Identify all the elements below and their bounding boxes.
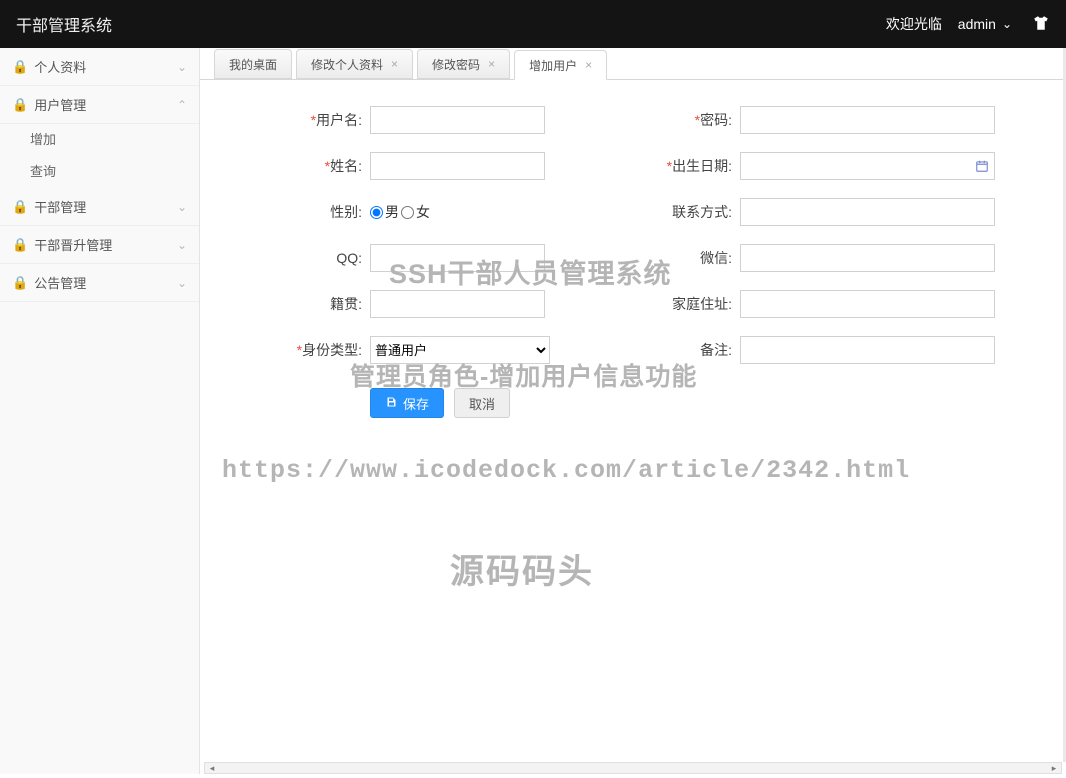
wechat-label: 微信	[550, 248, 740, 268]
tab-add-user[interactable]: 增加用户 ×	[514, 50, 607, 80]
gender-female-option[interactable]: 女	[401, 202, 430, 222]
chevron-up-icon: ⌃	[177, 98, 187, 112]
gender-label: 性别	[230, 202, 370, 222]
close-icon[interactable]: ×	[488, 57, 495, 71]
chevron-down-icon: ⌄	[177, 276, 187, 290]
hometown-field[interactable]	[370, 290, 545, 318]
lock-icon: 🔒	[12, 275, 28, 291]
chevron-down-icon: ⌄	[177, 60, 187, 74]
form-button-row: 保存 取消	[370, 388, 1000, 418]
tab-label: 我的桌面	[229, 56, 277, 73]
app-header: 干部管理系统 欢迎光临 admin ⌄	[0, 0, 1066, 48]
sidebar-item-users[interactable]: 🔒 用户管理 ⌃	[0, 86, 199, 124]
qq-label: QQ	[230, 250, 370, 266]
gender-radio-group: 男 女	[370, 202, 550, 222]
save-button-label: 保存	[403, 394, 429, 413]
birthdate-label: *出生日期:	[550, 156, 740, 176]
sidebar-item-promotion[interactable]: 🔒 干部晋升管理 ⌄	[0, 226, 199, 264]
username-label: *用户名:	[230, 110, 370, 130]
lock-icon: 🔒	[12, 97, 28, 113]
horizontal-scrollbar[interactable]: ◂ ▸	[204, 762, 1062, 774]
tab-label: 增加用户	[529, 57, 577, 74]
sidebar-item-cadre[interactable]: 🔒 干部管理 ⌄	[0, 188, 199, 226]
user-name: admin	[958, 16, 996, 32]
username-field[interactable]	[370, 106, 545, 134]
address-label: 家庭住址	[550, 294, 740, 314]
password-label: *密码:	[550, 110, 740, 130]
qq-field[interactable]	[370, 244, 545, 272]
chevron-down-icon: ⌄	[177, 200, 187, 214]
close-icon[interactable]: ×	[585, 58, 592, 72]
contact-label: 联系方式	[550, 202, 740, 222]
sidebar-item-label: 用户管理	[34, 95, 177, 114]
sidebar: 🔒 个人资料 ⌄ 🔒 用户管理 ⌃ 增加 查询 🔒 干部管理 ⌄ 🔒 干部晋升管…	[0, 48, 200, 774]
user-menu[interactable]: admin ⌄	[958, 16, 1012, 32]
tab-edit-password[interactable]: 修改密码 ×	[417, 49, 510, 79]
address-field[interactable]	[740, 290, 995, 318]
header-right: 欢迎光临 admin ⌄	[886, 14, 1050, 35]
cancel-button-label: 取消	[469, 394, 495, 413]
gender-male-radio[interactable]	[370, 206, 383, 219]
name-field[interactable]	[370, 152, 545, 180]
add-user-form: *用户名: *密码: *姓名: *出生日期: 性别 男 女 联系方式 QQ 微信…	[230, 106, 1036, 418]
lock-icon: 🔒	[12, 199, 28, 215]
sidebar-sub-add[interactable]: 增加	[0, 124, 199, 156]
tab-label: 修改个人资料	[311, 56, 383, 73]
sidebar-item-label: 干部管理	[34, 197, 177, 216]
identity-label: *身份类型:	[230, 340, 370, 360]
lock-icon: 🔒	[12, 237, 28, 253]
save-icon	[385, 396, 397, 411]
tab-edit-profile[interactable]: 修改个人资料 ×	[296, 49, 413, 79]
sidebar-item-notice[interactable]: 🔒 公告管理 ⌄	[0, 264, 199, 302]
app-title: 干部管理系统	[16, 12, 112, 36]
sidebar-item-profile[interactable]: 🔒 个人资料 ⌄	[0, 48, 199, 86]
main-content: *用户名: *密码: *姓名: *出生日期: 性别 男 女 联系方式 QQ 微信…	[200, 80, 1066, 762]
tab-desktop[interactable]: 我的桌面	[214, 49, 292, 79]
contact-field[interactable]	[740, 198, 995, 226]
password-field[interactable]	[740, 106, 995, 134]
sidebar-item-label: 公告管理	[34, 273, 177, 292]
scroll-track[interactable]	[219, 763, 1047, 773]
remark-label: 备注	[550, 340, 740, 360]
save-button[interactable]: 保存	[370, 388, 444, 418]
identity-select[interactable]: 普通用户	[370, 336, 550, 364]
chevron-down-icon: ⌄	[1002, 17, 1012, 31]
birthdate-field[interactable]	[740, 152, 995, 180]
gender-male-option[interactable]: 男	[370, 202, 399, 222]
scroll-right-icon[interactable]: ▸	[1047, 763, 1061, 773]
tabstrip: 我的桌面 修改个人资料 × 修改密码 × 增加用户 ×	[200, 50, 1066, 80]
chevron-down-icon: ⌄	[177, 238, 187, 252]
gender-female-radio[interactable]	[401, 206, 414, 219]
sidebar-sub-query[interactable]: 查询	[0, 156, 199, 188]
name-label: *姓名:	[230, 156, 370, 176]
lock-icon: 🔒	[12, 59, 28, 75]
wechat-field[interactable]	[740, 244, 995, 272]
theme-icon[interactable]	[1032, 14, 1050, 35]
cancel-button[interactable]: 取消	[454, 388, 510, 418]
remark-field[interactable]	[740, 336, 995, 364]
sidebar-item-label: 个人资料	[34, 57, 177, 76]
welcome-text: 欢迎光临	[886, 14, 942, 34]
hometown-label: 籍贯	[230, 294, 370, 314]
tab-label: 修改密码	[432, 56, 480, 73]
sidebar-item-label: 干部晋升管理	[34, 235, 177, 254]
scroll-left-icon[interactable]: ◂	[205, 763, 219, 773]
close-icon[interactable]: ×	[391, 57, 398, 71]
